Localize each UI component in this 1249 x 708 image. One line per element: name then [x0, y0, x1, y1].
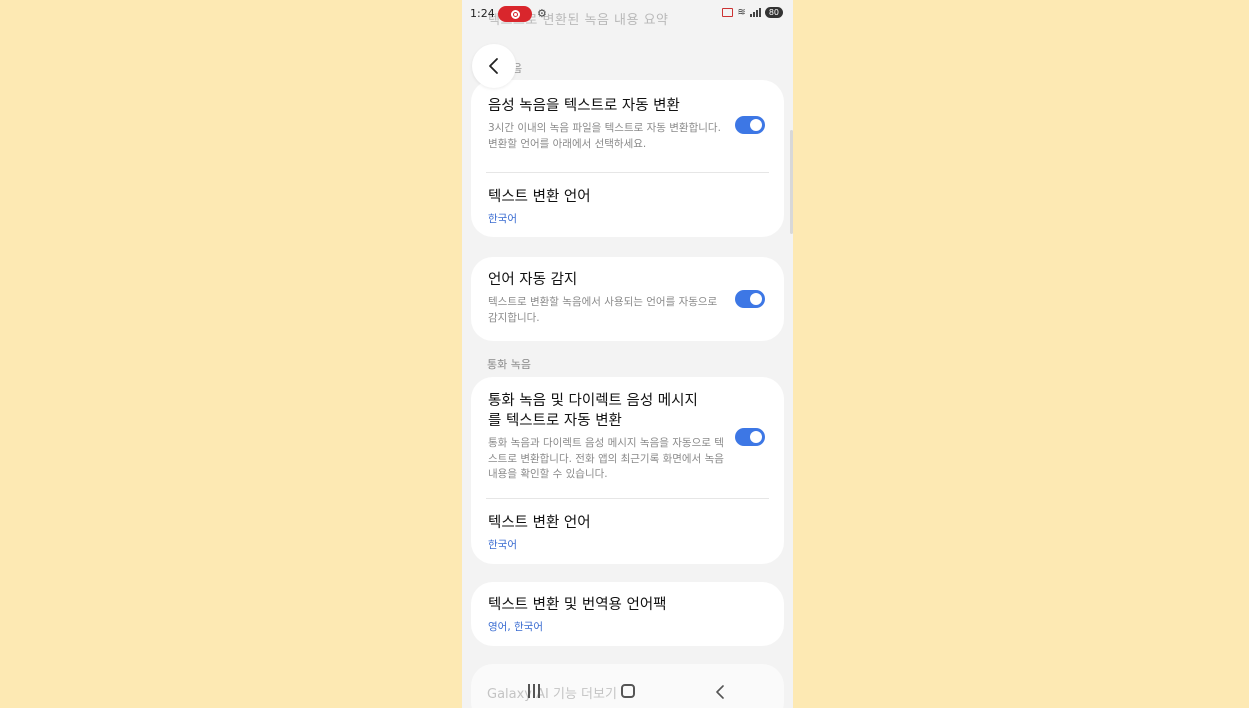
setting-call-auto-convert[interactable]: 통화 녹음 및 다이렉트 음성 메시지를 텍스트로 자동 변환 통화 녹음과 다…: [471, 377, 784, 498]
call-auto-convert-toggle[interactable]: [735, 428, 765, 446]
setting-title: 언어 자동 감지: [488, 272, 578, 288]
setting-description: 텍스트로 변환할 녹음에서 사용되는 언어를 자동으로 감지합니다.: [488, 296, 718, 324]
status-icons: ≋ 80: [722, 7, 783, 18]
status-time: 1:24: [470, 7, 495, 20]
nav-back-icon[interactable]: [715, 684, 725, 703]
setting-title: 텍스트 변환 언어: [488, 189, 591, 205]
card-auto-detect: 언어 자동 감지 텍스트로 변환할 녹음에서 사용되는 언어를 자동으로 감지합…: [471, 257, 784, 341]
back-icon: [489, 58, 498, 74]
card-recording-conversion: 음성 녹음을 텍스트로 자동 변환 3시간 이내의 녹음 파일을 텍스트로 자동…: [471, 80, 784, 237]
record-icon[interactable]: [498, 6, 532, 22]
setting-call-conversion-language[interactable]: 텍스트 변환 언어 한국어: [471, 499, 784, 552]
gear-icon: ⚙: [537, 7, 547, 20]
auto-convert-toggle[interactable]: [735, 116, 765, 134]
setting-title: 텍스트 변환 언어: [488, 515, 591, 531]
home-icon[interactable]: [621, 684, 635, 698]
card-call-recording: 통화 녹음 및 다이렉트 음성 메시지를 텍스트로 자동 변환 통화 녹음과 다…: [471, 377, 784, 564]
wifi-icon: ≋: [737, 7, 746, 18]
scrollbar[interactable]: [790, 130, 793, 234]
setting-description: 통화 녹음과 다이렉트 음성 메시지 녹음을 자동으로 텍스트로 변환합니다. …: [488, 437, 724, 480]
cast-icon: [722, 8, 734, 17]
recent-apps-icon[interactable]: [528, 684, 540, 698]
setting-description: 3시간 이내의 녹음 파일을 텍스트로 자동 변환합니다. 변환할 언어를 아래…: [488, 122, 721, 150]
signal-icon: [749, 8, 761, 17]
setting-title: 텍스트 변환 및 번역용 언어팩: [488, 597, 667, 613]
section-label-call: 통화 녹음: [487, 358, 531, 371]
setting-language-pack[interactable]: 텍스트 변환 및 번역용 언어팩 영어, 한국어: [471, 582, 784, 634]
setting-title: 음성 녹음을 텍스트로 자동 변환: [488, 98, 680, 114]
setting-title: 통화 녹음 및 다이렉트 음성 메시지를 텍스트로 자동 변환: [488, 393, 698, 429]
phone-screen: 텍스트로 변환된 녹음 내용 요약 1:24 ⚙ ≋ 80 음 음성 녹음을 텍…: [462, 0, 793, 708]
setting-value: 한국어: [488, 213, 517, 225]
setting-conversion-language[interactable]: 텍스트 변환 언어 한국어: [471, 173, 784, 226]
more-features-link[interactable]: Galaxy AI 기능 더보기: [487, 683, 617, 702]
back-button[interactable]: [472, 44, 516, 88]
card-language-pack: 텍스트 변환 및 번역용 언어팩 영어, 한국어: [471, 582, 784, 646]
battery-icon: 80: [764, 7, 783, 18]
setting-auto-convert[interactable]: 음성 녹음을 텍스트로 자동 변환 3시간 이내의 녹음 파일을 텍스트로 자동…: [471, 80, 784, 172]
auto-detect-toggle[interactable]: [735, 290, 765, 308]
setting-value: 한국어: [488, 539, 517, 551]
setting-value: 영어, 한국어: [488, 621, 543, 633]
status-bar: 1:24 ⚙ ≋ 80: [462, 0, 793, 28]
setting-auto-detect[interactable]: 언어 자동 감지 텍스트로 변환할 녹음에서 사용되는 언어를 자동으로 감지합…: [471, 257, 784, 326]
